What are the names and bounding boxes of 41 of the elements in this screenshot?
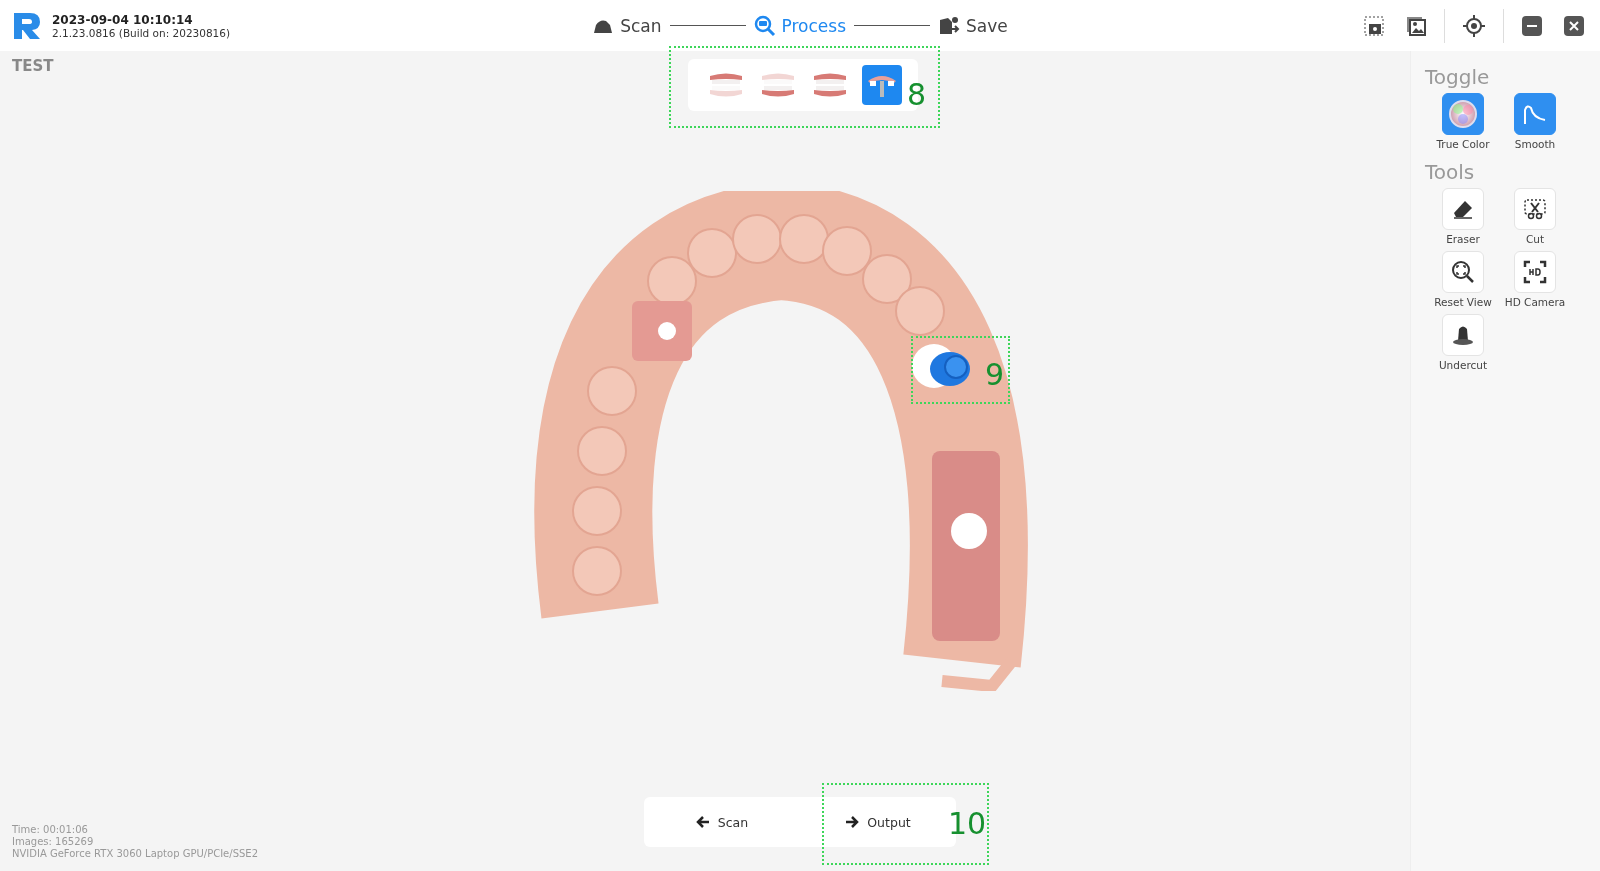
timestamp: 2023-09-04 10:10:14 xyxy=(52,12,194,27)
arrow-right-icon xyxy=(845,816,860,828)
search-icon xyxy=(753,14,776,37)
nav-button[interactable]: Scan xyxy=(644,797,800,847)
teeth-icon xyxy=(760,72,796,98)
scissors-icon xyxy=(1523,198,1547,220)
annotation-number: 10 xyxy=(948,809,987,839)
view-mode-button[interactable] xyxy=(862,65,902,105)
crosshair-icon xyxy=(1463,14,1485,37)
camera-icon xyxy=(1364,15,1384,36)
eraser-icon xyxy=(1452,199,1474,219)
annotation-number: 8 xyxy=(907,80,927,110)
workflow-step[interactable]: Process xyxy=(753,14,847,37)
stats-text: Images: 165269 xyxy=(12,836,95,847)
close-icon xyxy=(1564,15,1584,36)
toggle-button[interactable]: Smooth xyxy=(1503,93,1567,150)
hd-camera-icon xyxy=(1523,260,1547,284)
document-export-icon xyxy=(938,15,961,36)
project-name: TEST xyxy=(12,57,54,75)
section-title: Toggle xyxy=(1425,65,1491,89)
image-icon xyxy=(1406,15,1426,36)
stats-text: NVIDIA GeForce RTX 3060 Laptop GPU/PCIe/SSE2 xyxy=(12,848,258,859)
workflow-step[interactable]: Save xyxy=(938,15,1008,36)
stats-text: Time: 00:01:06 xyxy=(12,824,89,835)
color-wheel-icon xyxy=(1448,99,1478,129)
minus-icon xyxy=(1522,15,1542,36)
teeth-icon xyxy=(812,72,848,98)
tool-button[interactable]: Undercut xyxy=(1431,314,1495,371)
zoom-reset-icon xyxy=(1451,260,1475,284)
arrow-left-icon xyxy=(695,816,710,828)
tool-button[interactable]: HD Camera xyxy=(1503,251,1567,308)
annotation-number: 9 xyxy=(985,360,1005,390)
workflow-step[interactable]: Scan xyxy=(592,15,662,36)
app-logo xyxy=(12,10,42,41)
teeth-icon xyxy=(708,72,744,98)
toggle-button[interactable]: True Color xyxy=(1431,93,1495,150)
version-text: 2.1.23.0816 (Build on: 20230816) xyxy=(52,26,231,39)
section-title: Tools xyxy=(1425,160,1476,184)
tool-button[interactable]: Cut xyxy=(1503,188,1567,245)
tool-button[interactable]: Eraser xyxy=(1431,188,1495,245)
tool-button[interactable]: Reset View xyxy=(1431,251,1495,308)
